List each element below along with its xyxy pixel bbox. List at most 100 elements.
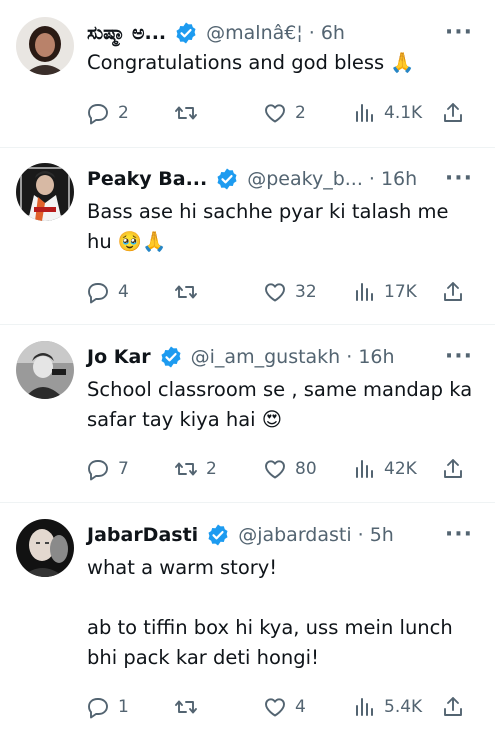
verified-badge-icon — [217, 168, 237, 190]
reply-button[interactable]: 1 — [86, 692, 129, 722]
retweet-button[interactable] — [174, 98, 206, 128]
tweet-actions: 7 2 80 42K — [86, 454, 487, 484]
views-icon — [356, 104, 373, 122]
more-options-icon[interactable]: ··· — [445, 20, 473, 45]
heart-icon — [265, 460, 285, 479]
tweet-actions: 4 32 17K — [86, 277, 487, 307]
tweet-header: JabarDasti @jabardasti · 5h ··· — [87, 520, 485, 550]
share-icon — [444, 103, 462, 122]
tweet[interactable]: Peaky Ba... @peaky_b... · 16h ··· Bass a… — [0, 148, 495, 325]
reply-count: 7 — [118, 459, 129, 479]
tweet-header: ಸುಷ್ಮಾ ಅ... @malnâ€¦ · 6h ··· — [87, 18, 485, 48]
share-button[interactable] — [441, 454, 465, 484]
tweet-actions: 1 4 5.4K — [86, 692, 487, 722]
avatar[interactable] — [16, 163, 74, 221]
share-button[interactable] — [441, 692, 465, 722]
retweet-icon — [175, 285, 197, 299]
views-button[interactable]: 17K — [352, 277, 417, 307]
reply-count: 2 — [118, 103, 129, 123]
tweet-text-content: Congratulations and god bless — [87, 51, 391, 74]
view-count: 42K — [384, 459, 417, 479]
heart-icon — [265, 104, 285, 123]
tweet-header: Peaky Ba... @peaky_b... · 16h ··· — [87, 164, 485, 194]
more-options-icon[interactable]: ··· — [445, 166, 473, 191]
emoji: 😍 — [261, 408, 283, 431]
reply-icon — [88, 698, 108, 719]
emoji: 🙏 — [390, 51, 415, 74]
more-options-icon[interactable]: ··· — [445, 344, 473, 369]
reply-button[interactable]: 2 — [86, 98, 129, 128]
reply-icon — [88, 460, 108, 481]
views-icon — [356, 283, 373, 301]
like-button[interactable]: 32 — [263, 277, 317, 307]
woman-portrait-icon — [16, 17, 74, 75]
verified-badge-icon — [161, 346, 181, 368]
tweet-text-content: School classroom se , same mandap ka saf… — [87, 378, 479, 431]
reply-button[interactable]: 7 — [86, 454, 129, 484]
share-button[interactable] — [441, 98, 465, 128]
retweet-button[interactable] — [174, 692, 206, 722]
reply-button[interactable]: 4 — [86, 277, 129, 307]
tweet[interactable]: Jo Kar @i_am_gustakh · 16h ··· School cl… — [0, 325, 495, 503]
display-name[interactable]: Jo Kar — [87, 346, 151, 368]
view-count: 5.4K — [384, 697, 423, 717]
tweet-header: Jo Kar @i_am_gustakh · 16h ··· — [87, 342, 485, 372]
views-button[interactable]: 42K — [352, 454, 417, 484]
views-button[interactable]: 5.4K — [352, 692, 422, 722]
tweet-text: what a warm story! ab to tiffin box hi k… — [87, 553, 479, 673]
timestamp[interactable]: · 5h — [358, 524, 394, 546]
timestamp[interactable]: · 6h — [309, 22, 345, 44]
tweet-text: School classroom se , same mandap ka saf… — [87, 375, 479, 435]
verified-badge-icon — [176, 22, 196, 44]
emoji: 🥹🙏 — [117, 230, 167, 253]
tweet-text: Bass ase hi sachhe pyar ki talash me hu … — [87, 197, 479, 257]
like-count: 32 — [295, 282, 317, 302]
joker-bw-portrait-icon — [16, 341, 74, 399]
retweet-icon — [175, 106, 197, 120]
handle[interactable]: @peaky_b... — [247, 168, 363, 190]
tweet-actions: 2 2 4.1K — [86, 98, 487, 128]
verified-badge-icon — [208, 524, 228, 546]
reply-count: 4 — [118, 282, 129, 302]
tweet[interactable]: JabarDasti @jabardasti · 5h ··· what a w… — [0, 503, 495, 732]
retweet-button[interactable] — [174, 277, 206, 307]
retweet-icon — [175, 462, 197, 476]
reply-icon — [88, 104, 108, 125]
avatar[interactable] — [16, 17, 74, 75]
heart-icon — [265, 698, 285, 717]
share-icon — [444, 697, 462, 716]
display-name[interactable]: JabarDasti — [87, 524, 198, 546]
avatar[interactable] — [16, 341, 74, 399]
share-button[interactable] — [441, 277, 465, 307]
more-options-icon[interactable]: ··· — [445, 522, 473, 547]
tweet-text-content: what a warm story! ab to tiffin box hi k… — [87, 556, 453, 669]
retweet-count: 2 — [206, 459, 217, 479]
retweet-button[interactable]: 2 — [174, 454, 217, 484]
tweet-text: Congratulations and god bless 🙏 — [87, 48, 479, 78]
like-count: 80 — [295, 459, 317, 479]
handle[interactable]: @jabardasti — [238, 524, 351, 546]
timestamp[interactable]: · 16h — [346, 346, 394, 368]
display-name[interactable]: ಸುಷ್ಮಾ ಅ... — [87, 22, 166, 44]
tweet[interactable]: ಸುಷ್ಮಾ ಅ... @malnâ€¦ · 6h ··· Congratula… — [0, 0, 495, 148]
like-button[interactable]: 4 — [263, 692, 306, 722]
like-button[interactable]: 2 — [263, 98, 306, 128]
avatar[interactable] — [16, 519, 74, 577]
like-button[interactable]: 80 — [263, 454, 317, 484]
reply-count: 1 — [118, 697, 129, 717]
handle[interactable]: @i_am_gustakh — [191, 346, 341, 368]
timestamp[interactable]: · 16h — [369, 168, 417, 190]
reply-feed: ಸುಷ್ಮಾ ಅ... @malnâ€¦ · 6h ··· Congratula… — [0, 0, 495, 732]
heart-icon — [265, 283, 285, 302]
handle[interactable]: @malnâ€¦ — [206, 22, 303, 44]
bald-man-portrait-icon — [16, 519, 74, 577]
share-icon — [444, 282, 462, 301]
like-count: 2 — [295, 103, 306, 123]
view-count: 17K — [384, 282, 417, 302]
like-count: 4 — [295, 697, 306, 717]
display-name[interactable]: Peaky Ba... — [87, 168, 207, 190]
reply-icon — [88, 283, 108, 304]
share-icon — [444, 459, 462, 478]
views-button[interactable]: 4.1K — [352, 98, 422, 128]
view-count: 4.1K — [384, 103, 423, 123]
